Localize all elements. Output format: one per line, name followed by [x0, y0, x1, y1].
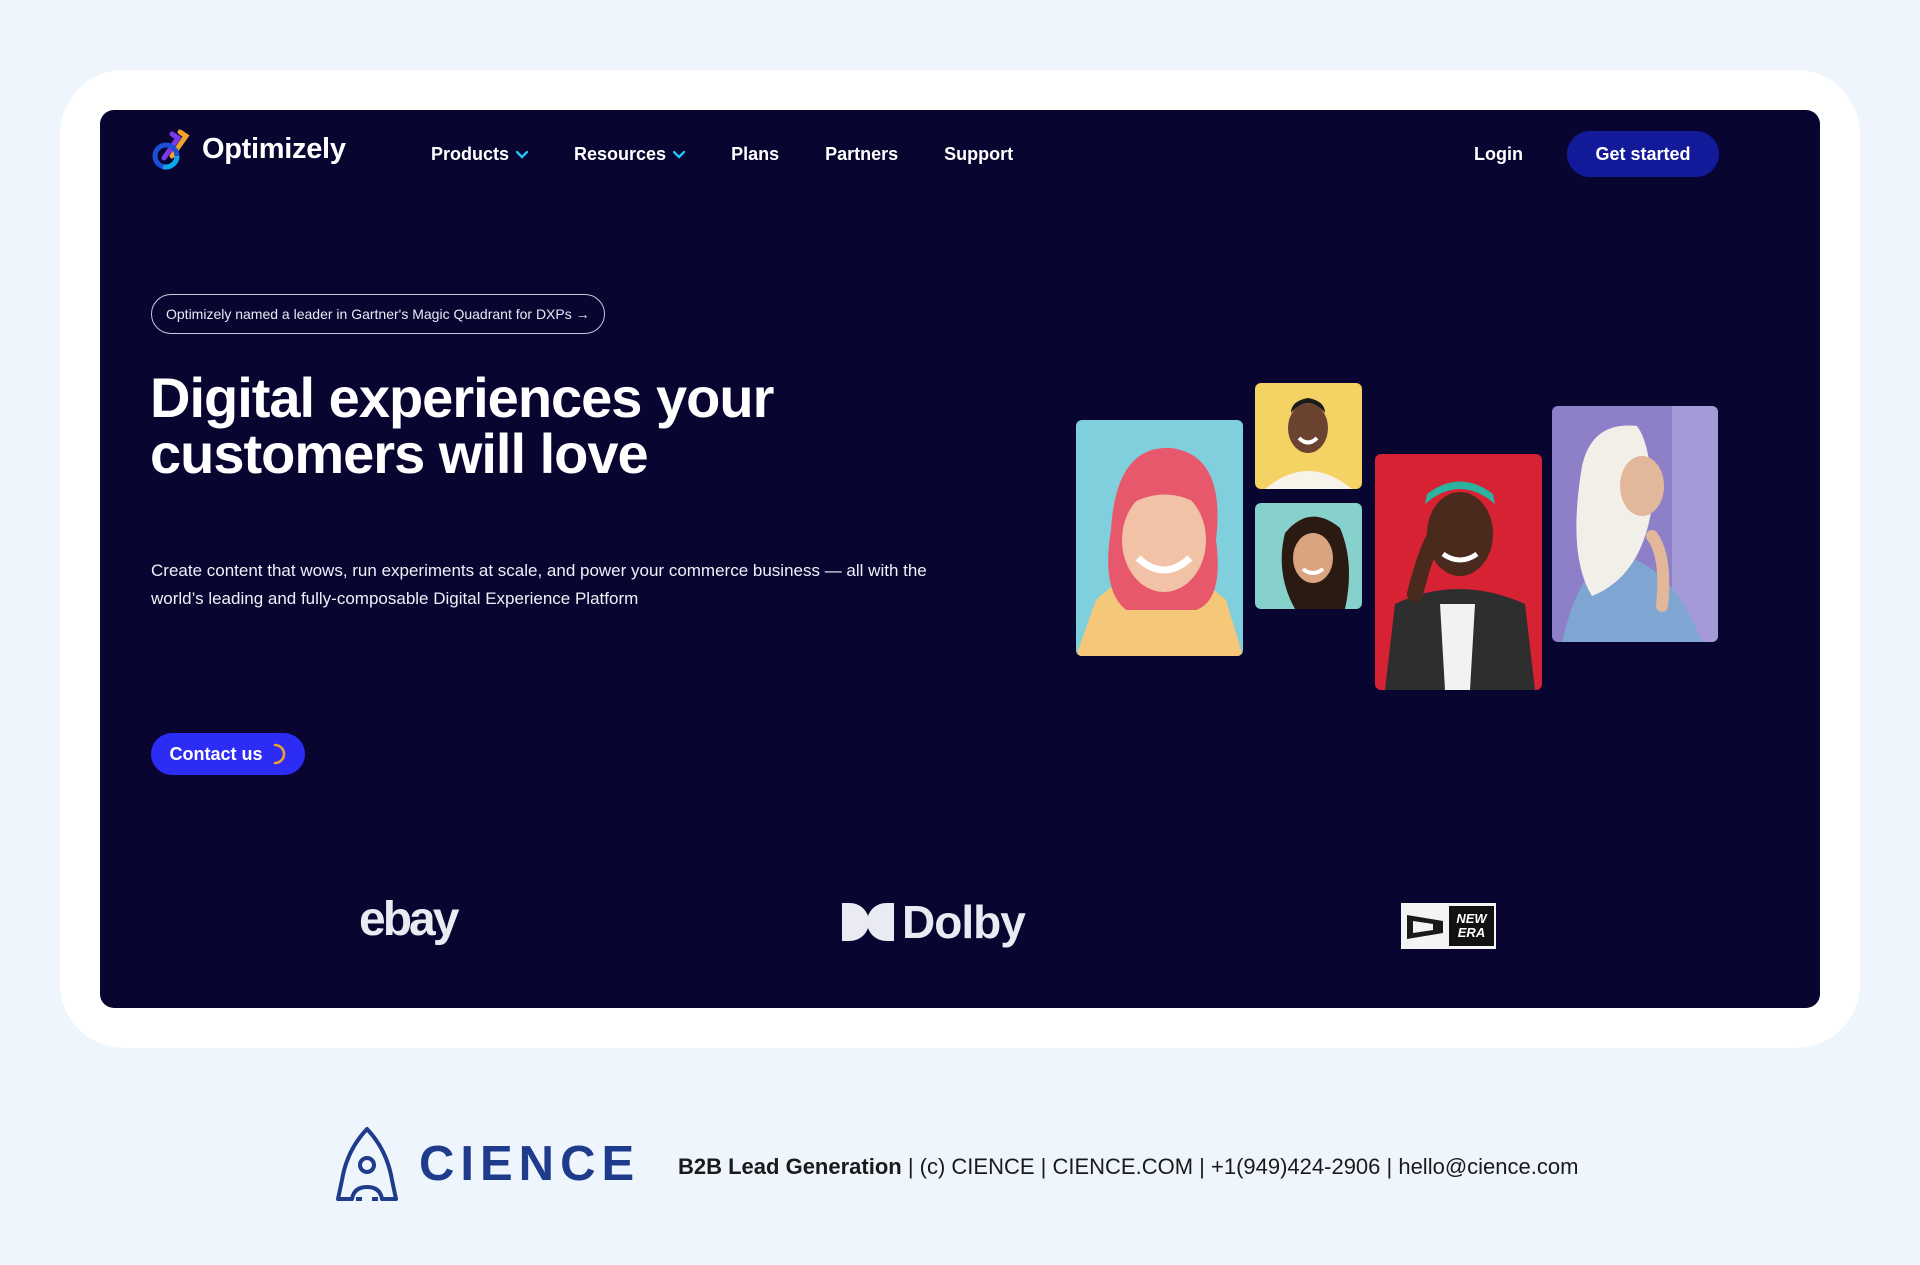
photo-woman-teal: [1255, 503, 1362, 609]
get-started-button[interactable]: Get started: [1567, 131, 1719, 177]
optimizely-logo[interactable]: Optimizely: [150, 126, 346, 172]
ebay-logo: ebay: [359, 893, 459, 946]
nav-products[interactable]: Products: [431, 144, 529, 165]
photo-woman-pink-hair: [1076, 420, 1243, 656]
nav-plans[interactable]: Plans: [731, 144, 779, 165]
new-era-logo: NEW ERA: [1401, 903, 1496, 949]
cience-wordmark: CIENCE: [419, 1137, 641, 1191]
contact-us-button[interactable]: Contact us: [151, 733, 305, 775]
dolby-wordmark: Dolby: [902, 896, 1026, 948]
new-era-flag-icon: [1403, 907, 1447, 945]
main-nav: Products Resources Plans Partners Suppor…: [431, 144, 1059, 165]
rocket-icon: [336, 1127, 398, 1201]
contact-us-label: Contact us: [169, 743, 263, 764]
nav-partners-label: Partners: [825, 144, 899, 164]
dolby-logo: Dolby: [842, 895, 1026, 949]
nav-resources-label: Resources: [574, 144, 667, 164]
gartner-announcement-badge[interactable]: Optimizely named a leader in Gartner's M…: [151, 294, 605, 334]
footer-credits: B2B Lead Generation | (c) CIENCE | CIENC…: [678, 1154, 1578, 1180]
optimizely-homepage: Optimizely Products Resources Plans Part…: [100, 110, 1820, 1008]
footer-tagline: B2B Lead Generation: [678, 1154, 902, 1179]
login-link[interactable]: Login: [1474, 144, 1523, 165]
hero-subtext: Create content that wows, run experiment…: [151, 561, 927, 608]
nav-products-label: Products: [431, 144, 510, 164]
chevron-down-icon: [516, 150, 529, 159]
photo-woman-hijab: [1552, 406, 1718, 642]
nav-resources[interactable]: Resources: [574, 144, 686, 165]
hero-headline: Digital experiences your customers will …: [150, 366, 774, 485]
photo-man-red: [1375, 454, 1542, 690]
nav-support-label: Support: [944, 144, 1014, 164]
nav-plans-label: Plans: [731, 144, 780, 164]
nav-support[interactable]: Support: [944, 144, 1013, 165]
new-era-wordmark: NEW ERA: [1449, 906, 1494, 946]
optimizely-logo-icon: [152, 129, 190, 170]
footer-details: | (c) CIENCE | CIENCE.COM | +1(949)424-2…: [901, 1154, 1579, 1179]
chevron-down-icon: [673, 150, 686, 159]
brand-name: Optimizely: [202, 132, 346, 165]
dolby-double-d-icon: [842, 903, 894, 941]
nav-partners[interactable]: Partners: [825, 144, 898, 165]
arc-icon: [273, 743, 285, 765]
photo-woman-yellow: [1255, 383, 1362, 489]
